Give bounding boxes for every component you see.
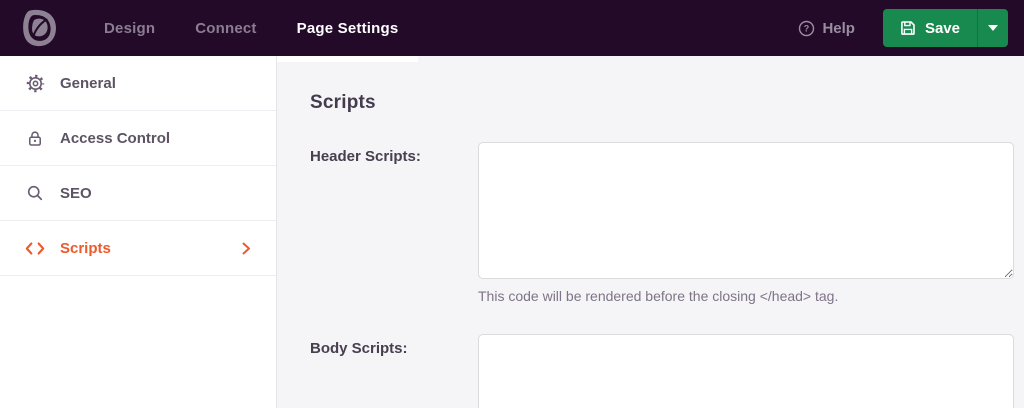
header-scripts-label: Header Scripts: bbox=[310, 148, 421, 165]
lock-icon bbox=[25, 129, 45, 148]
help-label: Help bbox=[822, 19, 855, 37]
help-icon: ? bbox=[799, 20, 815, 36]
body-scripts-textarea[interactable] bbox=[478, 334, 1014, 408]
header-scripts-help: This code will be rendered before the cl… bbox=[478, 288, 839, 304]
leaf-logo-icon bbox=[23, 9, 56, 47]
settings-sidebar: General Access Control SEO Scripts bbox=[0, 56, 277, 408]
header-scripts-row: Header Scripts: This code will be render… bbox=[310, 142, 1024, 304]
save-floppy-icon bbox=[901, 21, 915, 35]
save-dropdown-button[interactable] bbox=[977, 9, 1008, 47]
help-button[interactable]: ? Help bbox=[798, 20, 855, 37]
sidebar-item-label: Scripts bbox=[60, 239, 111, 257]
tab-connect[interactable]: Connect bbox=[175, 0, 276, 56]
body-scripts-label: Body Scripts: bbox=[310, 340, 408, 357]
chevron-right-icon bbox=[242, 242, 251, 255]
search-icon bbox=[25, 184, 45, 202]
body-scripts-field bbox=[478, 334, 1014, 408]
tab-page-settings[interactable]: Page Settings bbox=[276, 0, 419, 62]
sidebar-item-label: Access Control bbox=[60, 129, 171, 147]
tab-design[interactable]: Design bbox=[84, 0, 175, 56]
body-scripts-row: Body Scripts: bbox=[310, 334, 1024, 408]
sidebar-item-general[interactable]: General bbox=[0, 56, 276, 111]
settings-content: Scripts Header Scripts: This code will b… bbox=[277, 56, 1024, 408]
page-title: Scripts bbox=[310, 92, 376, 113]
topbar-right: ? Help Save bbox=[798, 9, 1008, 47]
caret-down-icon bbox=[988, 25, 998, 31]
top-bar: Design Connect Page Settings ? Help Save bbox=[0, 0, 1024, 62]
save-split-button: Save bbox=[882, 9, 1008, 47]
sidebar-item-label: General bbox=[60, 74, 116, 92]
save-button[interactable]: Save bbox=[882, 9, 977, 47]
top-nav: Design Connect Page Settings bbox=[84, 0, 419, 62]
header-scripts-textarea[interactable] bbox=[478, 142, 1014, 279]
svg-text:?: ? bbox=[804, 23, 809, 33]
sidebar-item-seo[interactable]: SEO bbox=[0, 166, 276, 221]
gear-icon bbox=[25, 74, 45, 93]
sidebar-item-label: SEO bbox=[60, 184, 92, 202]
code-icon bbox=[25, 241, 45, 256]
page-body: General Access Control SEO Scripts Scrip… bbox=[0, 56, 1024, 408]
seedprod-logo[interactable] bbox=[22, 9, 58, 47]
sidebar-item-scripts[interactable]: Scripts bbox=[0, 221, 276, 276]
header-scripts-field: This code will be rendered before the cl… bbox=[478, 142, 1014, 304]
save-label: Save bbox=[924, 19, 960, 37]
sidebar-item-access-control[interactable]: Access Control bbox=[0, 111, 276, 166]
